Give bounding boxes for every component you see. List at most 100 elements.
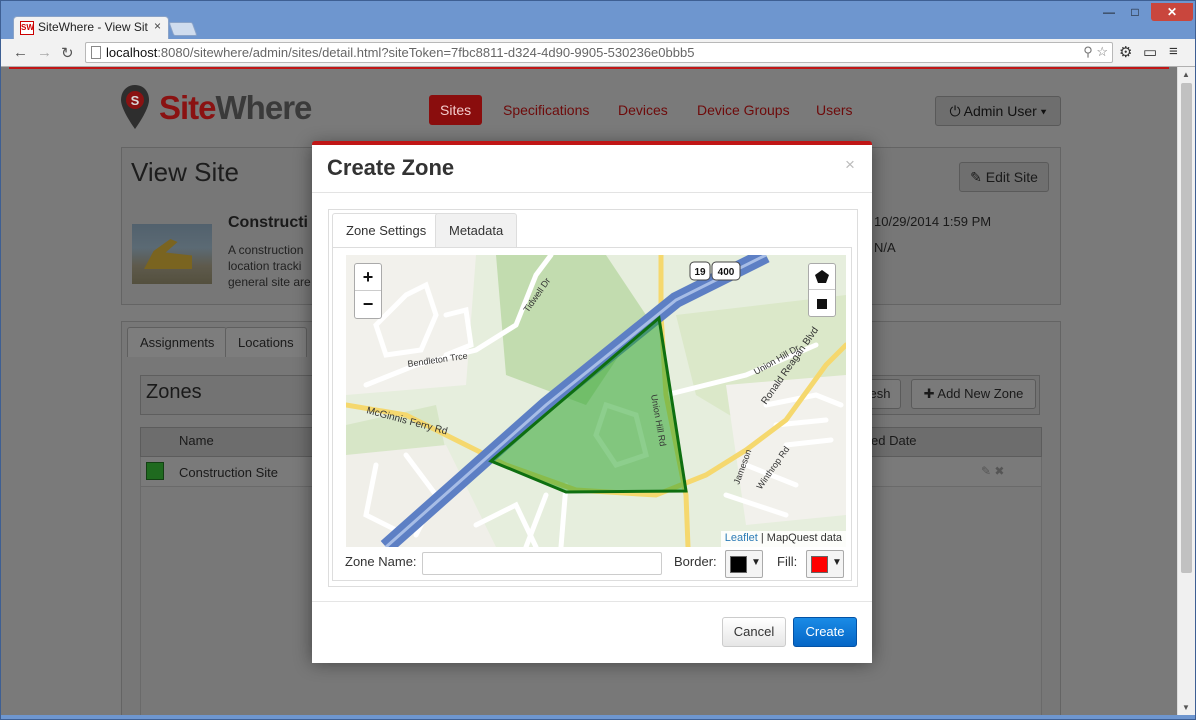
site-created-date: 10/29/2014 1:59 PM — [874, 214, 992, 229]
caret-down-icon: ▼ — [751, 557, 761, 568]
browser-toolbar: ← → ↻ localhost:8080/sitewhere/admin/sit… — [1, 39, 1195, 67]
zoom-out-button[interactable]: − — [355, 291, 381, 318]
top-accent-line — [9, 67, 1169, 69]
edit-icon: ✎ — [970, 169, 982, 185]
logo-pin-icon: S — [121, 85, 149, 129]
site-desc-line: location tracki — [228, 259, 302, 273]
fill-label: Fill: — [777, 554, 798, 569]
url-rest: :8080/sitewhere/admin/sites/detail.html?… — [157, 45, 695, 60]
title-bar: SW SiteWhere - View Sit × — □ ✕ — [1, 1, 1195, 39]
tab-locations[interactable]: Locations — [225, 327, 307, 357]
draw-polygon-icon[interactable] — [809, 264, 835, 290]
leaflet-link[interactable]: Leaflet — [725, 532, 758, 544]
site-name: Constructi — [228, 214, 308, 231]
power-icon: ⏻ — [949, 103, 961, 119]
back-icon[interactable]: ← — [13, 44, 28, 61]
svg-text:S: S — [131, 93, 140, 108]
page-icon — [91, 46, 101, 59]
edit-site-label: Edit Site — [985, 169, 1038, 185]
map-tiles: Bendleton Trce McGinnis Ferry Rd Union H… — [346, 255, 846, 547]
tab-metadata[interactable]: Metadata — [435, 213, 518, 248]
extension-icon[interactable]: ⚙ — [1119, 43, 1132, 61]
border-label: Border: — [674, 554, 717, 569]
zone-name-label: Zone Name: — [345, 554, 417, 569]
modal-title: Create Zone — [327, 155, 455, 180]
zone-color-swatch — [146, 462, 164, 480]
page-scrollbar[interactable]: ▲ ▼ — [1177, 67, 1195, 715]
tab-close-icon[interactable]: × — [154, 19, 161, 33]
tab-title: SiteWhere - View Sit — [38, 20, 148, 34]
col-name[interactable]: Name — [179, 433, 214, 448]
plus-icon: ✚ — [923, 386, 935, 401]
zoom-in-button[interactable]: + — [355, 264, 381, 291]
user-menu-label: Admin User — [963, 103, 1037, 119]
menu-icon[interactable]: ≡ — [1169, 43, 1178, 60]
edit-site-button[interactable]: ✎ Edit Site — [959, 162, 1049, 192]
svg-text:19: 19 — [694, 267, 706, 278]
forward-icon[interactable]: → — [37, 44, 52, 61]
add-zone-label: Add New Zone — [937, 386, 1024, 401]
scroll-down-icon[interactable]: ▼ — [1182, 703, 1190, 712]
zone-map[interactable]: Bendleton Trce McGinnis Ferry Rd Union H… — [346, 255, 846, 547]
scroll-up-icon[interactable]: ▲ — [1182, 70, 1190, 79]
close-icon[interactable]: ✕ — [1151, 3, 1193, 21]
tab-zone-settings[interactable]: Zone Settings — [332, 213, 441, 248]
modal-close-icon[interactable]: × — [845, 155, 855, 175]
maximize-icon[interactable]: □ — [1123, 3, 1147, 21]
fill-color-picker[interactable]: ▼ — [806, 550, 844, 578]
omnibox-icons: ⚲ ☆ — [1083, 44, 1108, 60]
modal-header: Create Zone × — [312, 145, 872, 193]
row-actions: ✎ ✖ — [981, 464, 1004, 478]
scroll-thumb[interactable] — [1181, 83, 1192, 573]
map-attribution: Leaflet | MapQuest data — [720, 531, 846, 547]
col-date[interactable]: ed Date — [871, 433, 917, 448]
sitewhere-logo[interactable]: S SiteWhere — [119, 79, 339, 131]
site-image — [132, 224, 212, 284]
zoom-control: + − — [354, 263, 382, 319]
edit-row-icon[interactable]: ✎ — [981, 464, 991, 478]
nav-device-groups[interactable]: Device Groups — [686, 95, 801, 125]
excavator-image — [144, 239, 192, 269]
site-desc-line: general site are — [228, 275, 311, 289]
star-icon[interactable]: ☆ — [1096, 44, 1108, 59]
draw-toolbar — [808, 263, 836, 317]
caret-down-icon: ▾ — [1040, 103, 1047, 119]
attribution-text: | MapQuest data — [757, 532, 842, 544]
fill-color-swatch — [811, 556, 828, 573]
zoom-icon[interactable]: ⚲ — [1083, 44, 1093, 59]
draw-rectangle-icon[interactable] — [809, 291, 835, 317]
user-menu-button[interactable]: ⏻ Admin User ▾ — [935, 96, 1061, 126]
favicon-icon: SW — [20, 21, 34, 35]
svg-text:400: 400 — [718, 267, 735, 278]
nav-specifications[interactable]: Specifications — [492, 95, 600, 125]
tab-assignments[interactable]: Assignments — [127, 327, 228, 357]
site-desc-line: A construction — [228, 243, 304, 257]
new-tab-button[interactable] — [168, 22, 198, 36]
site-updated-date: N/A — [874, 240, 896, 255]
nav-sites[interactable]: Sites — [429, 95, 483, 125]
logo-site-text: Site — [159, 89, 217, 126]
nav-devices[interactable]: Devices — [607, 95, 679, 125]
create-button[interactable]: Create — [793, 617, 857, 647]
zone-name-input[interactable] — [422, 552, 662, 575]
logo-where-text: Where — [215, 89, 313, 126]
logo-text: SiteWhere — [159, 89, 313, 127]
page-title: View Site — [131, 157, 239, 187]
caret-down-icon: ▼ — [832, 557, 842, 568]
modal-footer — [312, 601, 872, 663]
zone-row-name: Construction Site — [179, 465, 278, 480]
create-zone-modal: Create Zone × Zone Settings Metadata Ben… — [312, 141, 872, 663]
browser-tab[interactable]: SW SiteWhere - View Sit × — [13, 16, 169, 39]
border-color-picker[interactable]: ▼ — [725, 550, 763, 578]
url-host: localhost — [106, 45, 158, 60]
minimize-icon[interactable]: — — [1097, 3, 1121, 21]
browser-window: SW SiteWhere - View Sit × — □ ✕ ← → ↻ lo… — [0, 0, 1196, 720]
reload-icon[interactable]: ↻ — [61, 44, 74, 62]
nav-users[interactable]: Users — [805, 95, 864, 125]
cast-icon[interactable]: ▭ — [1143, 43, 1157, 61]
address-bar[interactable]: localhost:8080/sitewhere/admin/sites/det… — [85, 42, 1113, 63]
zones-title: Zones — [146, 381, 202, 403]
cancel-button[interactable]: Cancel — [722, 617, 786, 647]
delete-row-icon[interactable]: ✖ — [994, 464, 1004, 478]
add-zone-button[interactable]: ✚ Add New Zone — [911, 379, 1036, 409]
